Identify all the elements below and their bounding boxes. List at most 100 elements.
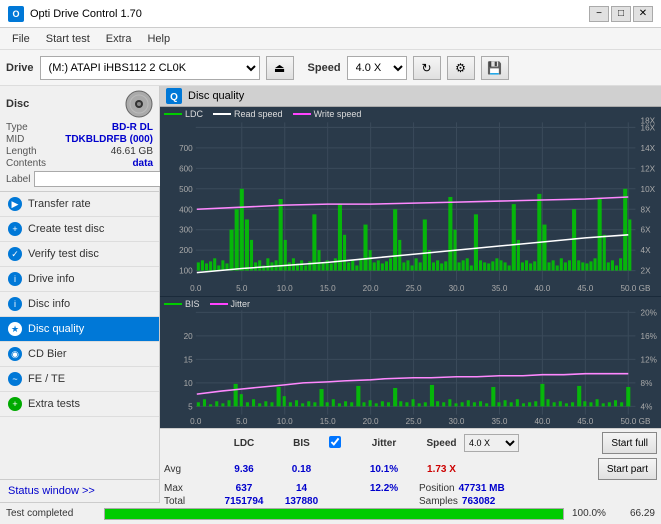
legend-write-label: Write speed: [314, 109, 362, 119]
max-position: 47731 MB: [459, 483, 505, 494]
disc-header-text: Disc: [6, 98, 29, 110]
svg-text:5.0: 5.0: [236, 417, 248, 426]
stats-avg-row: Avg 9.36 0.18 10.1% 1.73 X Start part: [164, 458, 657, 480]
eject-button[interactable]: ⏏: [266, 56, 294, 80]
speed-select[interactable]: 4.0 X 2.0 X 8.0 X: [347, 56, 407, 80]
transfer-rate-icon: ▶: [8, 197, 22, 211]
svg-text:15: 15: [184, 356, 194, 365]
menu-extra[interactable]: Extra: [98, 31, 140, 47]
svg-text:2X: 2X: [641, 267, 652, 276]
save-button[interactable]: 💾: [481, 56, 509, 80]
disc-mid-label: MID: [6, 134, 24, 145]
quality-title: Disc quality: [188, 90, 244, 102]
sidebar-item-extra-tests[interactable]: + Extra tests: [0, 392, 159, 417]
maximize-button[interactable]: □: [611, 6, 631, 22]
svg-text:10.0: 10.0: [277, 417, 293, 426]
app-title: Opti Drive Control 1.70: [30, 8, 142, 20]
svg-text:4X: 4X: [641, 246, 652, 255]
svg-text:5.0: 5.0: [236, 284, 248, 293]
svg-text:100: 100: [179, 267, 193, 276]
titlebar-left: O Opti Drive Control 1.70: [8, 6, 142, 22]
svg-text:200: 200: [179, 246, 193, 255]
total-bis: 137880: [274, 496, 329, 507]
max-ldc: 637: [214, 483, 274, 494]
sidebar-item-create-test-disc[interactable]: + Create test disc: [0, 217, 159, 242]
extra-tests-icon: +: [8, 397, 22, 411]
create-test-disc-label: Create test disc: [28, 223, 104, 235]
svg-text:20: 20: [184, 332, 194, 341]
max-jitter: 12.2%: [349, 483, 419, 494]
svg-text:0.0: 0.0: [190, 417, 202, 426]
disc-mid-row: MID TDKBLDRFB (000): [6, 134, 153, 145]
start-full-button[interactable]: Start full: [602, 432, 657, 454]
close-button[interactable]: ✕: [633, 6, 653, 22]
svg-text:10X: 10X: [641, 185, 656, 194]
drive-info-icon: i: [8, 272, 22, 286]
svg-text:10.0: 10.0: [277, 284, 293, 293]
sidebar-item-fe-te[interactable]: ~ FE / TE: [0, 367, 159, 392]
status-text: Test completed: [6, 508, 96, 519]
menu-help[interactable]: Help: [139, 31, 178, 47]
jitter-header: Jitter: [349, 438, 419, 449]
svg-text:20.0: 20.0: [363, 417, 379, 426]
titlebar: O Opti Drive Control 1.70 − □ ✕: [0, 0, 661, 28]
svg-text:15.0: 15.0: [320, 417, 336, 426]
progress-bar-container: [104, 508, 564, 520]
sidebar-item-drive-info[interactable]: i Drive info: [0, 267, 159, 292]
start-part-button[interactable]: Start part: [598, 458, 657, 480]
svg-text:20.0: 20.0: [363, 284, 379, 293]
app-icon: O: [8, 6, 24, 22]
chart2: BIS Jitter: [160, 296, 661, 428]
svg-text:700: 700: [179, 144, 193, 153]
speed-unit-select[interactable]: 4.0 X: [464, 434, 519, 452]
quality-header-icon: Q: [166, 88, 182, 104]
svg-text:25.0: 25.0: [406, 284, 422, 293]
disc-quality-label: Disc quality: [28, 323, 84, 335]
status-window-button[interactable]: Status window >>: [0, 479, 159, 502]
sidebar-item-disc-info[interactable]: i Disc info: [0, 292, 159, 317]
sidebar-item-disc-quality[interactable]: ★ Disc quality: [0, 317, 159, 342]
disc-info-label: Disc info: [28, 298, 70, 310]
menu-file[interactable]: File: [4, 31, 38, 47]
chart2-legend: BIS Jitter: [164, 299, 250, 309]
menu-start-test[interactable]: Start test: [38, 31, 98, 47]
bis-header: BIS: [274, 438, 329, 449]
titlebar-controls: − □ ✕: [589, 6, 653, 22]
legend-read-label: Read speed: [234, 109, 283, 119]
disc-length-row: Length 46.61 GB: [6, 146, 153, 157]
content-area: Q Disc quality LDC Read speed: [160, 86, 661, 502]
svg-text:12X: 12X: [641, 164, 656, 173]
legend-write-line: [293, 113, 311, 115]
refresh-button[interactable]: ↻: [413, 56, 441, 80]
svg-text:40.0: 40.0: [534, 284, 550, 293]
drive-label: Drive: [6, 62, 34, 74]
avg-speed: 1.73 X: [419, 464, 464, 475]
sidebar-item-transfer-rate[interactable]: ▶ Transfer rate: [0, 192, 159, 217]
avg-label: Avg: [164, 464, 214, 475]
create-test-disc-icon: +: [8, 222, 22, 236]
svg-text:10: 10: [184, 379, 194, 388]
disc-panel: Disc Type BD-R DL MID TDKBLDRFB (000) Le…: [0, 86, 159, 192]
drive-select[interactable]: (M:) ATAPI iHBS112 2 CL0K: [40, 56, 260, 80]
chart1-svg: 100 200 300 400 500 600 700 2X 4X 6X 8X …: [160, 107, 661, 296]
legend-ldc: LDC: [164, 109, 203, 119]
disc-contents-label: Contents: [6, 158, 46, 169]
svg-text:18X: 18X: [641, 116, 656, 125]
disc-label-label: Label: [6, 174, 30, 185]
charts-area: LDC Read speed Write speed: [160, 107, 661, 428]
svg-text:50.0 GB: 50.0 GB: [620, 417, 650, 426]
disc-label-input[interactable]: [34, 171, 172, 187]
avg-jitter: 10.1%: [349, 464, 419, 475]
svg-text:35.0: 35.0: [492, 417, 508, 426]
svg-text:16%: 16%: [641, 332, 657, 341]
settings-button[interactable]: ⚙: [447, 56, 475, 80]
sidebar-item-cd-bier[interactable]: ◉ CD Bier: [0, 342, 159, 367]
nav: ▶ Transfer rate + Create test disc ✓ Ver…: [0, 192, 159, 479]
disc-contents-row: Contents data: [6, 158, 153, 169]
verify-test-disc-label: Verify test disc: [28, 248, 99, 260]
drive-info-label: Drive info: [28, 273, 74, 285]
svg-text:8%: 8%: [641, 379, 653, 388]
minimize-button[interactable]: −: [589, 6, 609, 22]
sidebar-item-verify-test-disc[interactable]: ✓ Verify test disc: [0, 242, 159, 267]
jitter-checkbox[interactable]: [329, 436, 341, 448]
